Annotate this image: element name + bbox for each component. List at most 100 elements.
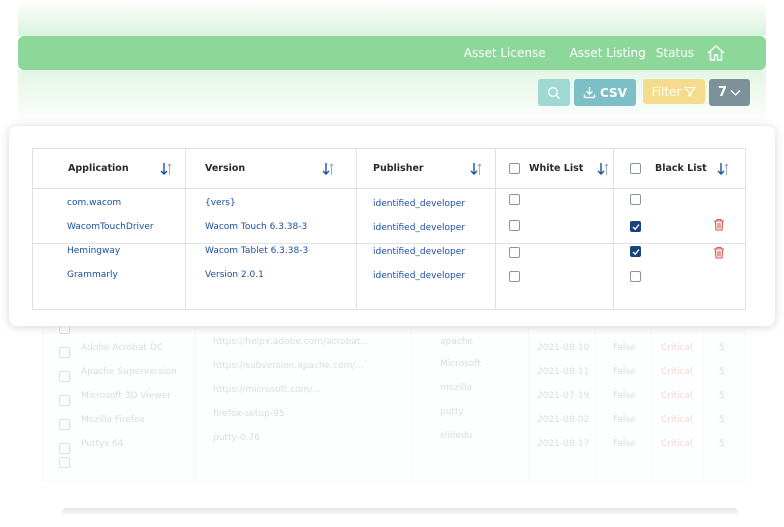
nav-asset-listing[interactable]: Asset Listing (570, 46, 646, 60)
black-list-checkbox[interactable] (630, 271, 641, 282)
white-list-select-all-checkbox[interactable] (509, 163, 520, 174)
bg-app-name: Apache Superversion (81, 367, 177, 377)
white-list-checkbox[interactable] (509, 271, 520, 282)
version-cell: Wacom Tablet 6.3.38-3 (205, 246, 309, 256)
bg-count: 5 (719, 343, 725, 353)
csv-label: CSV (600, 85, 627, 100)
bg-date: 2021-08-02 (537, 415, 590, 425)
sort-icon[interactable] (596, 162, 610, 176)
row-divider (33, 188, 745, 189)
publisher-cell: identified_developer (373, 271, 465, 281)
bg-app-url: https://microsoft.com/... (213, 385, 321, 395)
filter-icon (684, 86, 696, 97)
bg-row-checkbox (59, 347, 70, 358)
bg-app-url: putty-0.76 (213, 433, 260, 443)
nav-asset-license[interactable]: Asset License (464, 46, 546, 60)
bg-date: 2021-07-19 (537, 391, 590, 401)
version-cell: {vers} (205, 198, 236, 208)
column-label: Application (68, 163, 129, 174)
trash-icon[interactable] (713, 246, 725, 259)
bg-flag: False (613, 415, 636, 425)
bg-count: 5 (719, 367, 725, 377)
publisher-cell: identified_developer (373, 223, 465, 233)
column-header-black-list[interactable]: Black List (655, 149, 707, 188)
row-divider (33, 243, 745, 244)
black-list-checkbox[interactable] (630, 246, 641, 257)
application-link[interactable]: Grammarly (67, 270, 118, 280)
bg-table-row (43, 457, 747, 481)
column-divider (185, 149, 186, 309)
bg-severity: Critical (661, 343, 693, 353)
bg-date: 2021-08-17 (537, 439, 590, 449)
bg-flag: False (613, 367, 636, 377)
bg-app-url: firefox-setup-95 (213, 409, 285, 419)
column-divider (613, 149, 614, 309)
bg-flag: False (613, 391, 636, 401)
version-cell: Version 2.0.1 (205, 270, 264, 280)
filter-button[interactable]: Filter (643, 79, 705, 104)
checkmark-icon (632, 249, 640, 256)
asset-table: Application Version Publisher White List (32, 148, 746, 310)
column-header-version[interactable]: Version (205, 149, 245, 188)
sort-icon[interactable] (469, 162, 483, 176)
bg-table-row: Puttys 64 putty-0.76 slidedu 2021-08-17 … (43, 431, 747, 457)
top-nav-bar: Asset License Asset Listing Status (18, 36, 766, 70)
bg-date: 2021-08-11 (537, 367, 590, 377)
publisher-cell: identified_developer (373, 247, 465, 257)
column-header-white-list[interactable]: White List (529, 149, 583, 188)
sort-icon[interactable] (716, 162, 730, 176)
column-label: White List (529, 163, 584, 174)
black-list-select-all-checkbox[interactable] (630, 163, 641, 174)
version-cell: Wacom Touch 6.3.38-3 (205, 222, 308, 232)
trash-icon[interactable] (713, 218, 725, 231)
bg-count: 5 (719, 391, 725, 401)
asset-listing-card: Application Version Publisher White List (9, 126, 775, 326)
white-list-checkbox[interactable] (509, 247, 520, 258)
bg-severity: Critical (661, 439, 693, 449)
search-button[interactable] (538, 79, 570, 106)
bg-date: 2021-08-10 (537, 343, 590, 353)
nav-status[interactable]: Status (656, 46, 694, 60)
bg-app-name: Puttys 64 (81, 439, 124, 449)
bg-severity: Critical (661, 367, 693, 377)
bg-table-row: Microsoft 3D Viewer https://microsoft.co… (43, 383, 747, 409)
export-csv-button[interactable]: CSV (574, 79, 636, 106)
page-size-value: 7 (717, 85, 728, 100)
home-icon[interactable] (706, 43, 726, 63)
bg-severity: Critical (661, 391, 693, 401)
column-label: Publisher (373, 163, 424, 174)
bg-publisher: mozilla (440, 383, 473, 393)
bg-app-url: https://subversion.apache.com/... (213, 361, 364, 371)
black-list-checkbox[interactable] (630, 221, 641, 232)
application-link[interactable]: Hemingway (67, 246, 120, 256)
application-link[interactable]: com.wacom (67, 198, 121, 208)
bg-severity: Critical (661, 415, 693, 425)
white-list-checkbox[interactable] (509, 194, 520, 205)
filter-label: Filter (651, 84, 682, 99)
column-header-application[interactable]: Application (68, 149, 129, 188)
column-header-publisher[interactable]: Publisher (373, 149, 424, 188)
column-divider (356, 149, 357, 309)
bg-app-name: Microsoft 3D Viewer (81, 391, 171, 401)
sort-icon[interactable] (321, 162, 335, 176)
bg-table-row: Adobe Acrobat DC https://helpx.adobe.com… (43, 337, 747, 361)
header-top-fade (18, 0, 766, 36)
black-list-checkbox[interactable] (630, 194, 641, 205)
sort-icon[interactable] (159, 162, 173, 176)
bg-publisher: apache (440, 337, 473, 347)
application-link[interactable]: WacomTouchDriver (67, 222, 154, 232)
page-size-select[interactable]: 7 (709, 79, 750, 106)
chevron-down-icon (730, 89, 741, 96)
download-icon (583, 87, 596, 99)
column-label: Version (205, 163, 246, 174)
bg-row-checkbox (59, 419, 70, 430)
white-list-checkbox[interactable] (509, 220, 520, 231)
checkmark-icon (632, 224, 640, 231)
bg-publisher: Microsoft (440, 359, 481, 369)
bg-app-url: https://helpx.adobe.com/acrobat... (213, 337, 369, 347)
bg-row-checkbox (59, 371, 70, 382)
bg-row-checkbox (59, 443, 70, 454)
bg-table-row: Mozilla Firefox firefox-setup-95 putty 2… (43, 407, 747, 433)
bottom-shadow (62, 508, 738, 516)
bg-row-checkbox (59, 395, 70, 406)
